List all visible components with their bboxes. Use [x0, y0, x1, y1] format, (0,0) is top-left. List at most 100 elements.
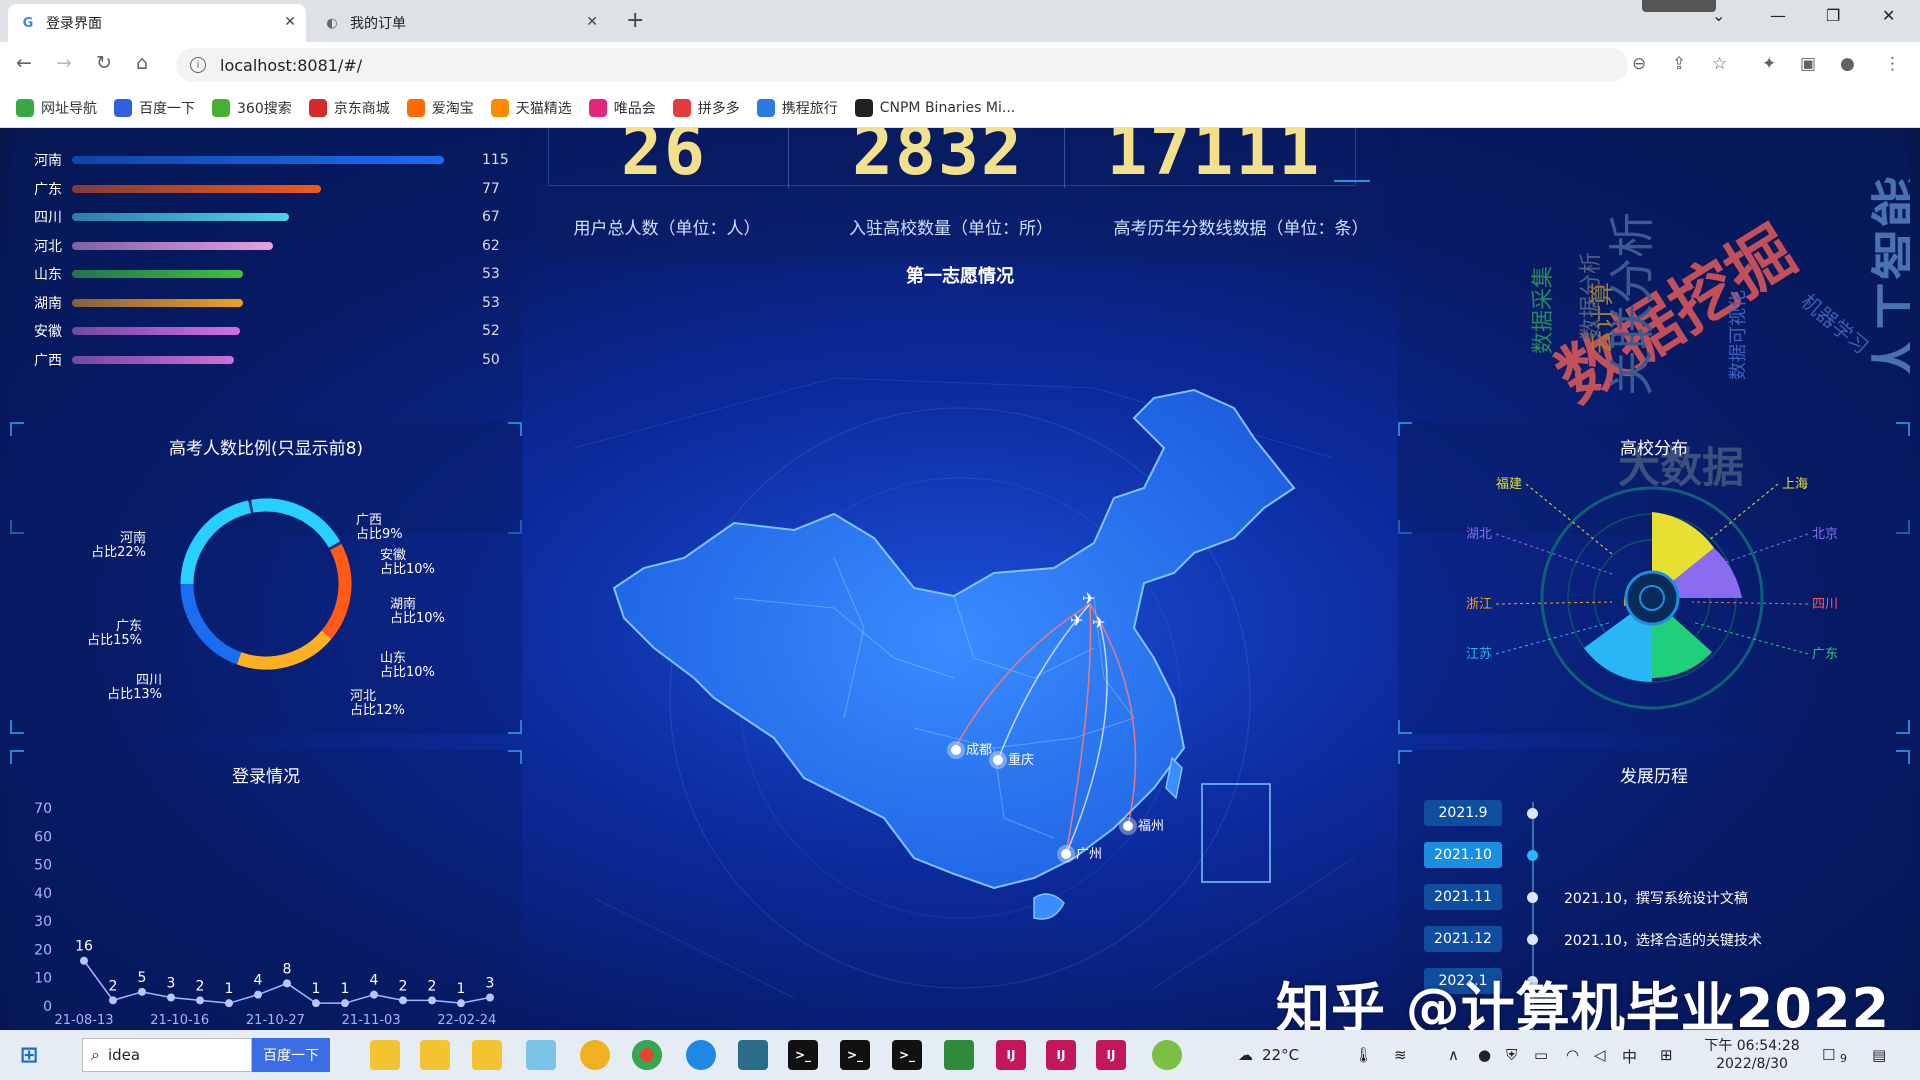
x-tick-label: 21-10-27: [246, 1013, 305, 1028]
timeline-date[interactable]: 2021.11: [1424, 884, 1502, 910]
bookmark-item[interactable]: 天猫精选: [490, 98, 572, 118]
app-icon[interactable]: [1152, 1040, 1182, 1070]
city-marker[interactable]: [1061, 849, 1071, 859]
back-icon[interactable]: ←: [16, 52, 32, 74]
login-point: [109, 996, 117, 1005]
timeline-date[interactable]: 2021.10: [1424, 842, 1502, 868]
extensions-icon[interactable]: ✦: [1762, 54, 1776, 74]
clock-time[interactable]: 下午 06:54:28: [1704, 1035, 1800, 1055]
ratio-title: 高考人数比例(只显示前8): [168, 439, 364, 459]
info-icon[interactable]: i: [190, 57, 206, 73]
timeline-date[interactable]: 2021.12: [1424, 926, 1502, 952]
share-icon[interactable]: ⇪: [1672, 54, 1686, 74]
bookmark-icon: [406, 98, 425, 117]
weather-icon[interactable]: ☁: [1238, 1046, 1253, 1064]
close-icon[interactable]: ✕: [284, 14, 296, 30]
rose-label: 浙江: [1466, 597, 1492, 612]
action-center-icon[interactable]: ▤: [1872, 1046, 1886, 1064]
ime-mode[interactable]: 中: [1622, 1046, 1637, 1067]
bookmark-item[interactable]: 携程旅行: [756, 98, 838, 118]
city-marker[interactable]: [993, 755, 1003, 765]
bookmark-icon: [672, 98, 691, 117]
donut-segment: [180, 500, 252, 585]
keyboard-icon[interactable]: ⊞: [1660, 1046, 1673, 1064]
reload-icon[interactable]: ↻: [96, 52, 112, 74]
clock-date[interactable]: 2022/8/30: [1704, 1056, 1800, 1072]
city-label: 重庆: [1008, 752, 1034, 768]
battery-icon[interactable]: ▭: [1534, 1046, 1548, 1064]
login-data-label: 4: [370, 973, 379, 989]
chevron-up-icon[interactable]: ∧: [1448, 1046, 1459, 1064]
ratio-label: 湖南: [390, 596, 416, 612]
chrome-icon[interactable]: [632, 1040, 662, 1070]
intellij-icon[interactable]: IJ: [1046, 1040, 1076, 1070]
image-viewer-icon[interactable]: [526, 1040, 556, 1070]
volume-icon[interactable]: ◁: [1594, 1046, 1606, 1064]
forward-icon[interactable]: →: [56, 52, 72, 74]
weather-temp[interactable]: 22°C: [1262, 1046, 1299, 1064]
bookmark-item[interactable]: 网址导航: [16, 98, 97, 118]
tab-title: 我的订单: [350, 16, 406, 32]
bookmark-item[interactable]: 唯品会: [588, 98, 656, 118]
bookmark-item[interactable]: 360搜索: [212, 98, 292, 118]
tray-app-icon[interactable]: ≋: [1394, 1046, 1407, 1064]
province-value: 67: [482, 209, 500, 225]
terminal-icon[interactable]: >_: [840, 1040, 870, 1070]
app-icon[interactable]: [580, 1040, 610, 1070]
bookmark-item[interactable]: 百度一下: [114, 98, 195, 118]
sidebar-icon[interactable]: ▣: [1800, 54, 1816, 74]
intellij-icon[interactable]: IJ: [1096, 1040, 1126, 1070]
search-button[interactable]: 百度一下: [252, 1038, 330, 1072]
menu-icon[interactable]: ⋮: [1884, 54, 1901, 74]
province-name: 山东: [34, 267, 62, 283]
province-value: 53: [482, 266, 500, 282]
microphone-icon[interactable]: ●: [1478, 1046, 1491, 1064]
folder-icon[interactable]: [370, 1040, 400, 1070]
bookmark-icon: [114, 98, 132, 117]
ranking-bar: [72, 298, 244, 307]
windows-start-icon[interactable]: ⊞: [14, 1040, 44, 1070]
ranking-bar: [72, 156, 444, 164]
x-tick-label: 21-08-13: [54, 1013, 113, 1028]
url-bar[interactable]: i localhost:8081/#/: [176, 48, 1628, 82]
city-marker[interactable]: [951, 745, 961, 755]
shield-icon[interactable]: ⛨: [1506, 1046, 1517, 1064]
edge-icon[interactable]: [686, 1040, 716, 1070]
home-icon[interactable]: ⌂: [136, 52, 148, 74]
star-icon[interactable]: ☆: [1712, 54, 1727, 74]
terminal-icon[interactable]: >_: [892, 1040, 922, 1070]
folder-icon[interactable]: [420, 1040, 450, 1070]
search-value: idea: [107, 1046, 141, 1064]
profile-icon[interactable]: ●: [1840, 54, 1855, 74]
bookmark-item[interactable]: 京东商城: [308, 98, 390, 118]
thermometer-icon[interactable]: 🌡: [1354, 1046, 1373, 1064]
bookmark-label: 天猫精选: [515, 100, 572, 117]
y-tick-label: 0: [43, 999, 52, 1015]
bookmark-item[interactable]: 拼多多: [672, 98, 740, 118]
restore-button[interactable]: ❐: [1826, 6, 1840, 25]
minimize-button[interactable]: —: [1770, 6, 1786, 25]
wifi-icon[interactable]: ◠: [1566, 1046, 1579, 1064]
window-icon[interactable]: [738, 1040, 768, 1070]
bookmark-item[interactable]: CNPM Binaries Mi...: [854, 98, 1015, 117]
close-icon[interactable]: ✕: [586, 14, 598, 30]
chevron-down-icon[interactable]: ⌄: [1712, 6, 1725, 25]
editor-icon[interactable]: [944, 1040, 974, 1070]
login-data-label: 1: [457, 981, 466, 997]
notification-icon[interactable]: ☐: [1822, 1046, 1835, 1064]
ranking-bar: [72, 355, 234, 364]
zoom-icon[interactable]: ⊖: [1632, 54, 1646, 74]
terminal-icon[interactable]: >_: [788, 1040, 818, 1070]
new-tab-button[interactable]: +: [626, 8, 644, 33]
close-window-button[interactable]: ✕: [1882, 6, 1895, 25]
y-tick-label: 50: [34, 858, 52, 874]
x-tick-label: 21-10-16: [150, 1013, 209, 1028]
timeline-date[interactable]: 2021.9: [1424, 800, 1502, 826]
bookmark-item[interactable]: 爱淘宝: [406, 98, 474, 118]
intellij-icon[interactable]: IJ: [996, 1040, 1026, 1070]
tab-orders[interactable]: ◐ 我的订单 ✕: [312, 4, 608, 42]
search-input[interactable]: ⌕ idea: [82, 1038, 252, 1072]
folder-icon[interactable]: [472, 1040, 502, 1070]
city-marker[interactable]: [1123, 821, 1133, 831]
tab-login[interactable]: G 登录界面 ✕: [8, 4, 306, 42]
